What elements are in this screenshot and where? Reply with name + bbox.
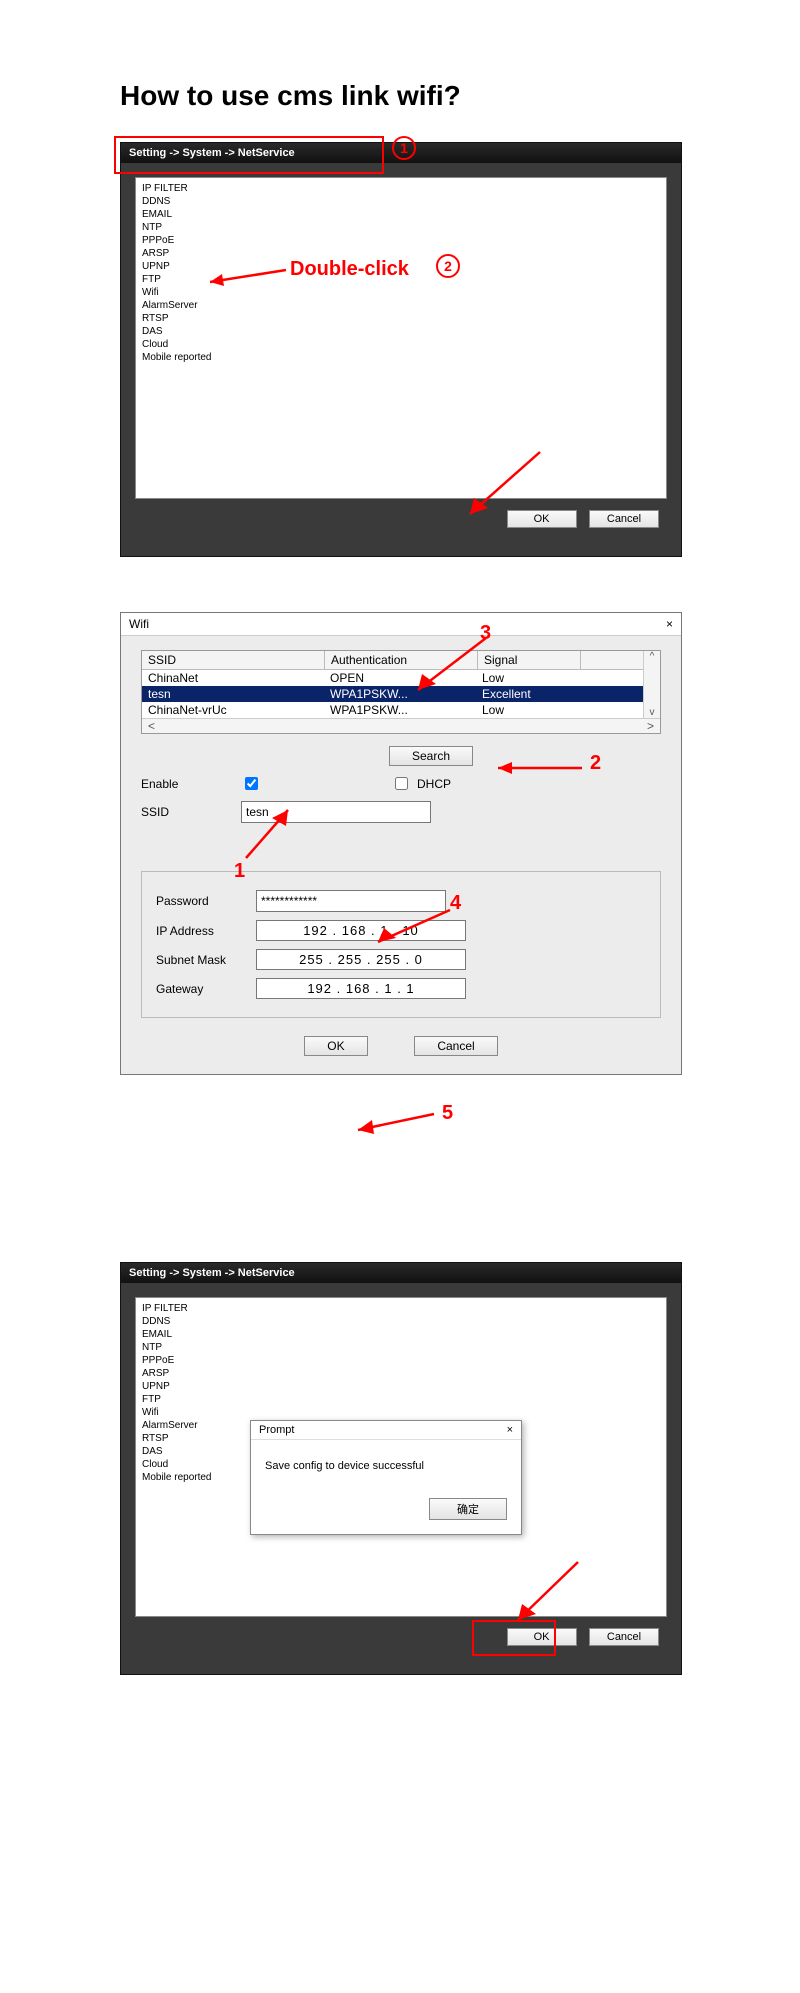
mask-input[interactable]: 255 . 255 . 255 . 0 bbox=[256, 949, 466, 970]
scroll-up-icon[interactable]: ^ bbox=[644, 651, 660, 662]
ssid-input[interactable] bbox=[241, 801, 431, 823]
list-item[interactable]: Cloud bbox=[142, 338, 660, 351]
list-item[interactable]: FTP bbox=[142, 1393, 660, 1406]
prompt-ok-button[interactable]: 确定 bbox=[429, 1498, 507, 1520]
list-item[interactable]: FTP bbox=[142, 273, 660, 286]
enable-label: Enable bbox=[141, 777, 241, 791]
page-title: How to use cms link wifi? bbox=[120, 80, 800, 112]
col-auth[interactable]: Authentication bbox=[325, 651, 478, 669]
ip-label: IP Address bbox=[156, 924, 256, 938]
list-item[interactable]: IP FILTER bbox=[142, 1302, 660, 1315]
prompt-dialog: Prompt × Save config to device successfu… bbox=[250, 1420, 522, 1535]
mask-label: Subnet Mask bbox=[156, 953, 256, 967]
table-row[interactable]: ChinaNet-vrUc WPA1PSKW... Low bbox=[142, 702, 643, 718]
annotation-num-5: 5 bbox=[442, 1102, 453, 1125]
list-item[interactable]: PPPoE bbox=[142, 234, 660, 247]
list-item[interactable]: IP FILTER bbox=[142, 182, 660, 195]
ok-button[interactable]: OK bbox=[507, 1628, 577, 1646]
ok-button[interactable]: OK bbox=[507, 510, 577, 528]
list-item[interactable]: PPPoE bbox=[142, 1354, 660, 1367]
list-item[interactable]: EMAIL bbox=[142, 1328, 660, 1341]
scroll-down-icon[interactable]: v bbox=[644, 707, 660, 718]
gateway-input[interactable]: 192 . 168 . 1 . 1 bbox=[256, 978, 466, 999]
gateway-label: Gateway bbox=[156, 982, 256, 996]
prompt-title: Prompt bbox=[259, 1424, 294, 1436]
close-icon[interactable]: × bbox=[507, 1424, 513, 1436]
dialog-title: Wifi bbox=[129, 617, 149, 631]
col-ssid[interactable]: SSID bbox=[142, 651, 325, 669]
netservice-window: Setting -> System -> NetService IP FILTE… bbox=[120, 142, 682, 557]
breadcrumb: Setting -> System -> NetService bbox=[121, 143, 681, 163]
password-label: Password bbox=[156, 894, 256, 908]
list-item[interactable]: RTSP bbox=[142, 312, 660, 325]
search-button[interactable]: Search bbox=[389, 746, 473, 766]
scroll-right-icon[interactable]: > bbox=[647, 719, 654, 733]
cancel-button[interactable]: Cancel bbox=[589, 1628, 659, 1646]
service-listbox[interactable]: IP FILTER DDNS EMAIL NTP PPPoE ARSP UPNP… bbox=[135, 177, 667, 499]
arrow-icon bbox=[350, 1110, 440, 1136]
dhcp-checkbox[interactable] bbox=[395, 777, 408, 790]
cancel-button[interactable]: Cancel bbox=[414, 1036, 497, 1056]
ok-button[interactable]: OK bbox=[304, 1036, 367, 1056]
wifi-dialog: Wifi × SSID Authentication Signal C bbox=[120, 612, 682, 1075]
close-icon[interactable]: × bbox=[666, 617, 673, 631]
list-item[interactable]: UPNP bbox=[142, 260, 660, 273]
list-item[interactable]: ARSP bbox=[142, 1367, 660, 1380]
list-item[interactable]: ARSP bbox=[142, 247, 660, 260]
enable-checkbox[interactable] bbox=[245, 777, 258, 790]
list-item[interactable]: DAS bbox=[142, 325, 660, 338]
list-item[interactable]: UPNP bbox=[142, 1380, 660, 1393]
scroll-left-icon[interactable]: < bbox=[148, 719, 155, 733]
cancel-button[interactable]: Cancel bbox=[589, 510, 659, 528]
col-sig[interactable]: Signal bbox=[478, 651, 581, 669]
list-item[interactable]: Mobile reported bbox=[142, 351, 660, 364]
list-item[interactable]: EMAIL bbox=[142, 208, 660, 221]
list-item[interactable]: NTP bbox=[142, 1341, 660, 1354]
ip-input[interactable]: 192 . 168 . 1 . 10 bbox=[256, 920, 466, 941]
ssid-label: SSID bbox=[141, 805, 241, 819]
table-row-selected[interactable]: tesn WPA1PSKW... Excellent bbox=[142, 686, 643, 702]
list-item-wifi[interactable]: Wifi bbox=[142, 286, 660, 299]
prompt-message: Save config to device successful bbox=[265, 1460, 507, 1472]
list-item[interactable]: NTP bbox=[142, 221, 660, 234]
password-input[interactable] bbox=[256, 890, 446, 912]
list-item[interactable]: AlarmServer bbox=[142, 299, 660, 312]
list-item[interactable]: DDNS bbox=[142, 195, 660, 208]
list-item[interactable]: DDNS bbox=[142, 1315, 660, 1328]
list-item[interactable]: Wifi bbox=[142, 1406, 660, 1419]
table-row[interactable]: ChinaNet OPEN Low bbox=[142, 670, 643, 686]
dhcp-label: DHCP bbox=[417, 777, 451, 791]
breadcrumb: Setting -> System -> NetService bbox=[121, 1263, 681, 1283]
wifi-network-table[interactable]: SSID Authentication Signal ChinaNet OPEN… bbox=[141, 650, 661, 734]
